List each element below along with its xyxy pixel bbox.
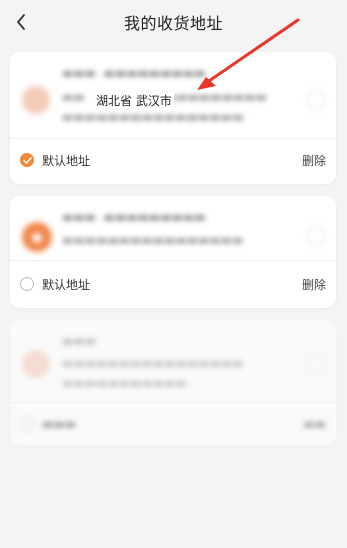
default-address-toggle[interactable]: 默认地址 (20, 276, 90, 293)
avatar: ● (22, 222, 52, 252)
address-card[interactable]: ● ▬▬▬ ▬▬▬▬▬▬▬▬▬ ▬▬▬▬▬▬▬▬▬▬▬▬▬▬▬▬ 默认地址 删除 (10, 196, 336, 308)
chevron-left-icon (17, 14, 25, 30)
address-line-redacted: ▬▬▬▬▬▬▬▬▬▬▬▬▬▬▬▬ (62, 110, 244, 124)
delete-button[interactable]: 删除 (302, 276, 326, 293)
checked-radio-icon[interactable] (20, 153, 34, 167)
address-line-redacted: ▬▬▬▬▬▬▬▬▬▬▬▬▬▬▬▬ (62, 356, 244, 370)
page-title: 我的收货地址 (123, 14, 223, 33)
edit-icon[interactable] (308, 356, 324, 372)
divider (10, 138, 336, 139)
default-address-toggle[interactable]: 默认地址 (20, 152, 90, 169)
address-line-redacted: ▬▬▬▬▬▬▬▬▬▬▬ (62, 376, 187, 390)
card-footer: 默认地址 删除 (20, 146, 326, 174)
address-card[interactable]: ▬▬▬ ▬▬▬▬▬▬▬▬▬ ▬▬ ▬▬▬▬▬▬▬▬▬ ▬▬▬▬▬▬▬▬▬▬▬▬▬… (10, 52, 336, 184)
avatar (22, 350, 50, 378)
default-address-label-redacted: ▬▬▬ (42, 417, 77, 431)
address-card[interactable]: ▬▬▬ ▬▬▬▬▬▬▬▬▬▬▬▬▬▬▬▬ ▬▬▬▬▬▬▬▬▬▬▬ ▬▬▬ ▬▬ (10, 320, 336, 445)
card-footer: 默认地址 删除 (20, 270, 326, 298)
delete-button[interactable]: 删除 (302, 152, 326, 169)
avatar (22, 86, 50, 114)
radio-icon[interactable] (20, 277, 34, 291)
address-line-redacted: ▬▬▬▬▬▬▬▬▬▬▬▬▬▬▬▬ (62, 233, 244, 247)
divider (10, 260, 336, 261)
edit-icon[interactable] (308, 92, 324, 108)
back-button[interactable] (11, 10, 31, 34)
edit-icon[interactable] (308, 228, 324, 244)
default-address-label: 默认地址 (42, 277, 91, 292)
recipient-name-redacted: ▬▬▬ (62, 334, 97, 348)
check-icon (22, 156, 32, 164)
card-footer: ▬▬▬ ▬▬ (20, 410, 326, 438)
radio-icon[interactable] (20, 417, 34, 431)
default-address-toggle[interactable]: ▬▬▬ (20, 417, 76, 431)
nav-bar: 我的收货地址 (0, 0, 347, 44)
divider (10, 402, 336, 403)
recipient-name-redacted: ▬▬▬ ▬▬▬▬▬▬▬▬▬ (62, 210, 206, 224)
address-region: 湖北省 武汉市 (94, 92, 174, 109)
delete-button-redacted[interactable]: ▬▬ (303, 417, 326, 431)
default-address-label: 默认地址 (42, 153, 91, 168)
recipient-name-redacted: ▬▬▬ ▬▬▬▬▬▬▬▬▬ (62, 66, 206, 80)
